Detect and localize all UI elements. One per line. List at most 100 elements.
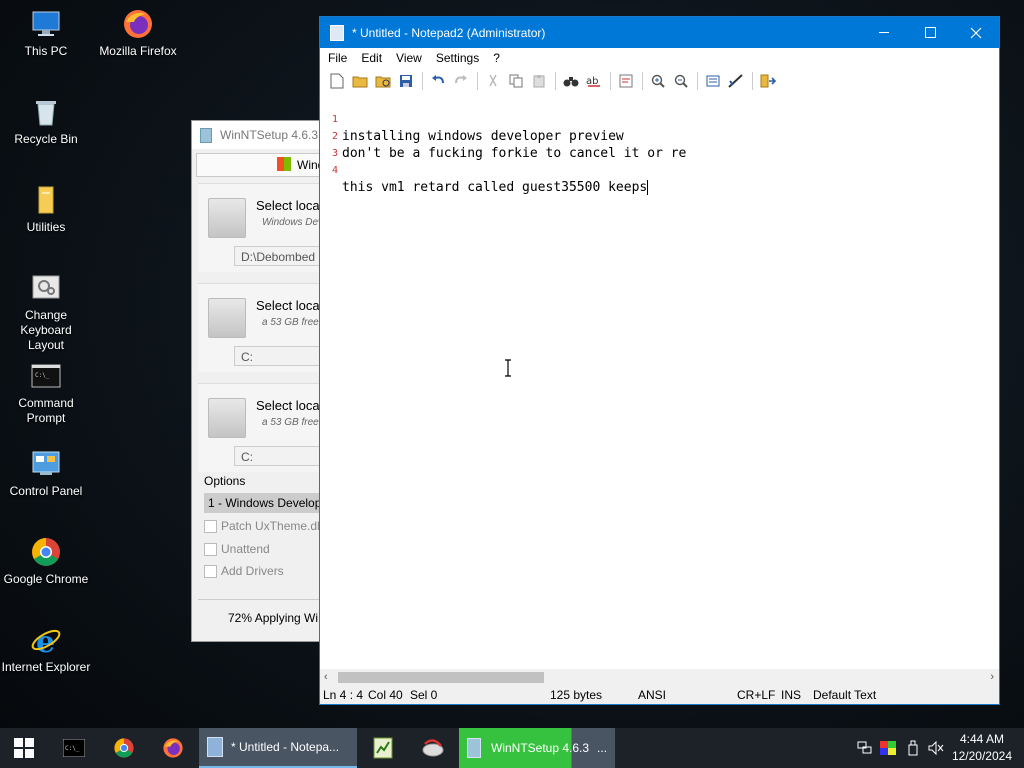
toolbar-separator bbox=[697, 72, 698, 90]
new-button[interactable] bbox=[326, 70, 348, 92]
taskbar-app-drive-tool[interactable] bbox=[409, 728, 457, 768]
checkbox-label: Unattend bbox=[221, 542, 270, 556]
taskbar-winntsetup[interactable]: WinNTSetup 4.6.3 ... bbox=[459, 728, 615, 768]
folder-icon bbox=[30, 184, 62, 216]
desktop-icon-change-keyboard-layout[interactable]: Change Keyboard Layout bbox=[1, 272, 91, 353]
redo-button[interactable] bbox=[450, 70, 472, 92]
checkbox-box bbox=[204, 519, 217, 533]
horizontal-scrollbar[interactable]: ‹ › bbox=[320, 669, 999, 686]
taskbar-command-prompt[interactable]: C:\_ bbox=[50, 728, 98, 768]
save-button[interactable] bbox=[395, 70, 417, 92]
system-clock[interactable]: 4:44 AM 12/20/2024 bbox=[952, 731, 1012, 765]
chrome-icon bbox=[30, 536, 62, 568]
unattend-checkbox[interactable]: Unattend bbox=[204, 542, 270, 556]
text-editor[interactable]: 1 installing windows developer preview 2… bbox=[320, 94, 999, 669]
paste-button[interactable] bbox=[528, 70, 550, 92]
menu-help[interactable]: ? bbox=[493, 51, 500, 65]
replace-button[interactable]: ab bbox=[583, 70, 605, 92]
find-button[interactable] bbox=[560, 70, 582, 92]
save-icon bbox=[400, 75, 412, 87]
line-text: this vm1 retard called guest35500 keeps bbox=[342, 179, 649, 196]
source-location-group: Select locat Windows Dev D:\Debombed bbox=[198, 183, 332, 272]
exit-button[interactable] bbox=[757, 70, 779, 92]
status-eol[interactable]: CR+LF bbox=[737, 688, 775, 702]
control-panel-icon bbox=[30, 448, 62, 480]
scroll-right-icon[interactable]: › bbox=[990, 671, 994, 683]
taskbar-chrome[interactable] bbox=[100, 728, 148, 768]
desktop-icon-this-pc[interactable]: This PC bbox=[1, 8, 91, 59]
maximize-button[interactable] bbox=[907, 17, 953, 48]
patch-uxtheme-checkbox[interactable]: Patch UxTheme.dll bbox=[204, 519, 322, 533]
computer-icon bbox=[30, 8, 62, 40]
iso-file-icon bbox=[208, 198, 246, 238]
desktop-icon-recycle-bin[interactable]: Recycle Bin bbox=[1, 96, 91, 147]
scrollbar-thumb[interactable] bbox=[338, 672, 544, 683]
desktop-icon-google-chrome[interactable]: Google Chrome bbox=[1, 536, 91, 587]
browse-button[interactable] bbox=[372, 70, 394, 92]
scheme-button[interactable] bbox=[702, 70, 724, 92]
word-wrap-button[interactable] bbox=[615, 70, 637, 92]
menu-file[interactable]: File bbox=[328, 51, 347, 65]
browse-folder-icon bbox=[375, 76, 391, 88]
desktop-icon-utilities[interactable]: Utilities bbox=[1, 184, 91, 235]
open-button[interactable] bbox=[349, 70, 371, 92]
terminal-icon: C:\_ bbox=[63, 739, 85, 757]
toolbar-separator bbox=[610, 72, 611, 90]
boot-drive-group: Select locat a 53 GB free C: bbox=[198, 283, 332, 372]
windows-logo-icon bbox=[14, 738, 34, 758]
taskbar-notepad2[interactable]: * Untitled - Notepa... bbox=[199, 728, 357, 768]
customize-scheme-button[interactable] bbox=[725, 70, 747, 92]
menu-view[interactable]: View bbox=[396, 51, 422, 65]
cut-button[interactable] bbox=[482, 70, 504, 92]
scroll-left-icon[interactable]: ‹ bbox=[324, 671, 328, 683]
source-path-field[interactable]: D:\Debombed bbox=[234, 246, 332, 266]
checkbox-label: Patch UxTheme.dll bbox=[221, 519, 323, 533]
svg-text:C:\_: C:\_ bbox=[35, 372, 50, 379]
line-text: don't be a fucking forkie to cancel it o… bbox=[342, 146, 687, 161]
taskbar-app-spreadsheet[interactable] bbox=[359, 728, 407, 768]
status-column: Col 40 bbox=[368, 688, 403, 702]
boot-drive-field[interactable]: C: bbox=[234, 346, 332, 366]
desktop-icon-firefox[interactable]: Mozilla Firefox bbox=[93, 8, 183, 59]
copy-button[interactable] bbox=[505, 70, 527, 92]
cut-icon bbox=[489, 74, 497, 87]
edition-select[interactable]: 1 - Windows Develop bbox=[204, 493, 332, 513]
notepad2-window[interactable]: * Untitled - Notepad2 (Administrator) Fi… bbox=[319, 16, 1000, 705]
undo-button[interactable] bbox=[427, 70, 449, 92]
word-wrap-icon bbox=[619, 74, 633, 88]
clock-date: 12/20/2024 bbox=[951, 749, 1012, 763]
menu-settings[interactable]: Settings bbox=[436, 51, 479, 65]
minimize-button[interactable] bbox=[861, 17, 907, 48]
desktop-icon-command-prompt[interactable]: C:\_ Command Prompt bbox=[1, 360, 91, 426]
status-scheme[interactable]: Default Text bbox=[813, 688, 876, 702]
winntsetup-window[interactable]: WinNTSetup 4.6.3 Wind Select locat Windo… bbox=[191, 120, 333, 642]
pen-check-icon bbox=[728, 74, 743, 88]
winntsetup-app-icon bbox=[467, 738, 481, 758]
menu-edit[interactable]: Edit bbox=[361, 51, 382, 65]
status-selection: Sel 0 bbox=[410, 688, 438, 702]
zoom-out-button[interactable] bbox=[670, 70, 692, 92]
close-button[interactable] bbox=[953, 17, 999, 48]
desktop-icon-control-panel[interactable]: Control Panel bbox=[1, 448, 91, 499]
zoom-in-icon bbox=[651, 74, 665, 88]
redo-icon bbox=[455, 75, 467, 84]
tray-usb-icon[interactable] bbox=[903, 728, 923, 768]
taskbar-firefox[interactable] bbox=[149, 728, 197, 768]
winntsetup-tab[interactable]: Wind bbox=[196, 153, 328, 177]
status-encoding[interactable]: ANSI bbox=[638, 688, 666, 702]
zoom-in-button[interactable] bbox=[647, 70, 669, 92]
text-caret bbox=[647, 180, 649, 195]
tray-volume-icon[interactable] bbox=[926, 728, 946, 768]
clock-time: 4:44 AM bbox=[959, 732, 1004, 746]
add-drivers-checkbox[interactable]: Add Drivers bbox=[204, 564, 284, 578]
start-button[interactable] bbox=[0, 728, 48, 768]
notepad2-titlebar[interactable]: * Untitled - Notepad2 (Administrator) bbox=[320, 17, 999, 48]
editor-line: 3 bbox=[320, 128, 367, 159]
tray-network-icon[interactable] bbox=[855, 728, 875, 768]
install-drive-field[interactable]: C: bbox=[234, 446, 332, 466]
drive-tool-icon bbox=[422, 739, 444, 757]
winntsetup-titlebar[interactable]: WinNTSetup 4.6.3 bbox=[192, 121, 332, 149]
tray-colors-icon[interactable] bbox=[878, 728, 898, 768]
desktop-icon-internet-explorer[interactable]: e Internet Explorer bbox=[1, 624, 91, 675]
floppy-drive-icon bbox=[208, 298, 246, 338]
